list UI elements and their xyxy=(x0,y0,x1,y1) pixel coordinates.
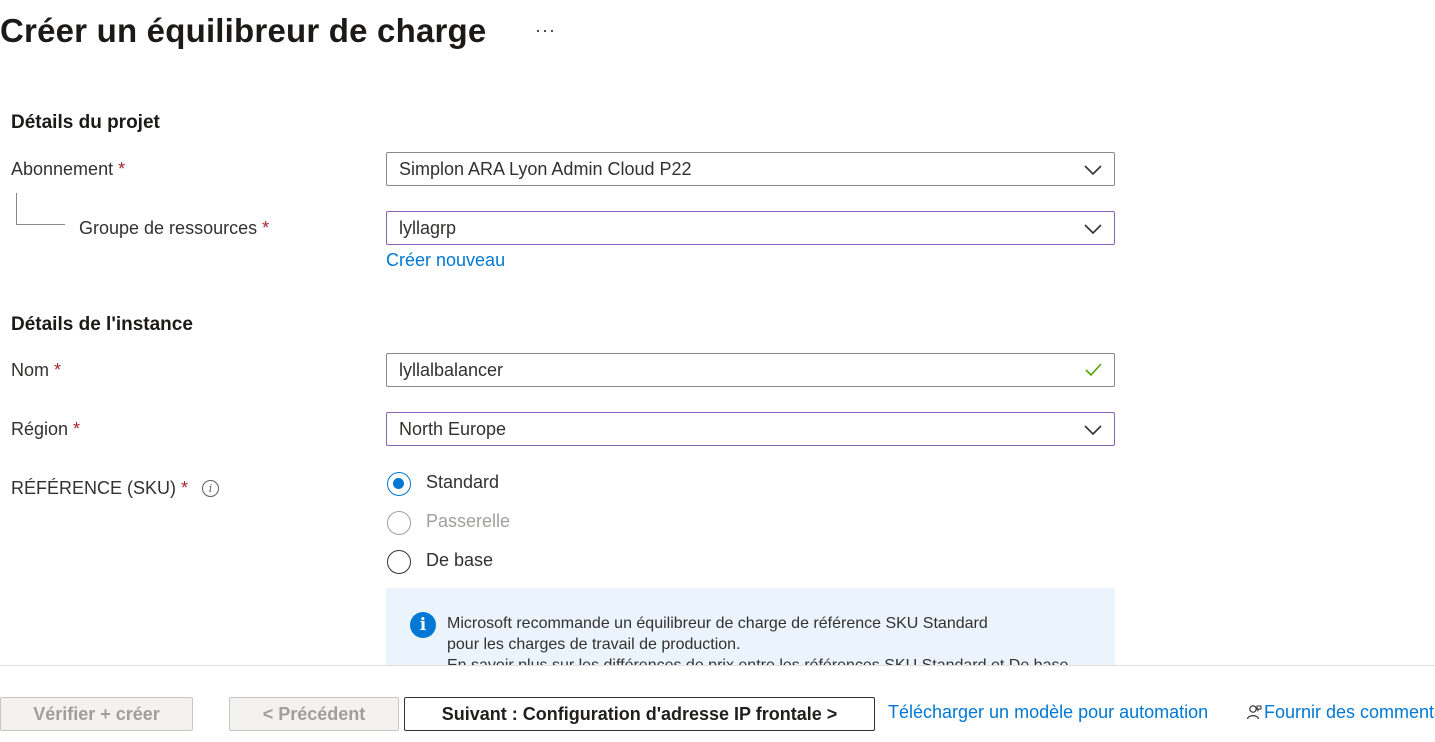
feedback-link[interactable]: Fournir des commentaires xyxy=(1246,702,1435,723)
more-options-button[interactable]: ··· xyxy=(535,20,556,41)
create-new-link[interactable]: Créer nouveau xyxy=(386,250,505,271)
required-marker: * xyxy=(262,218,270,238)
name-label: Nom * xyxy=(11,360,61,381)
chevron-down-icon xyxy=(1084,165,1102,176)
region-label: Région * xyxy=(11,419,80,440)
resource-group-label: Groupe de ressources * xyxy=(79,218,269,239)
name-label-text: Nom xyxy=(11,360,50,380)
radio-label-basic: De base xyxy=(426,550,494,570)
sku-label-text: RÉFÉRENCE (SKU) xyxy=(11,478,177,498)
radio-unchecked-icon[interactable] xyxy=(387,550,411,574)
info-box-text: Microsoft recommande un équilibreur de c… xyxy=(447,613,1087,666)
region-dropdown[interactable]: North Europe xyxy=(386,412,1115,446)
info-icon[interactable]: i xyxy=(202,480,220,497)
section-title-project-details: Détails du projet xyxy=(11,112,160,133)
required-marker: * xyxy=(54,360,62,380)
sku-info-box: i Microsoft recommande un équilibreur de… xyxy=(386,588,1115,666)
info-line-2: pour les charges de travail de productio… xyxy=(447,636,741,653)
subscription-label: Abonnement * xyxy=(11,159,125,180)
feedback-label: Fournir des commentaires xyxy=(1264,702,1435,722)
footer-bar: Vérifier + créer < Précédent Suivant : C… xyxy=(0,665,1435,742)
previous-button[interactable]: < Précédent xyxy=(229,697,399,731)
sku-label: RÉFÉRENCE (SKU) * i xyxy=(11,478,220,499)
name-value: lyllalbalancer xyxy=(399,360,504,380)
required-marker: * xyxy=(181,478,189,498)
review-create-button[interactable]: Vérifier + créer xyxy=(0,697,193,731)
tree-connector xyxy=(16,193,65,225)
subscription-dropdown[interactable]: Simplon ARA Lyon Admin Cloud P22 xyxy=(386,152,1115,186)
region-label-text: Région xyxy=(11,419,69,439)
radio-disabled-icon xyxy=(387,511,411,535)
section-title-instance-details: Détails de l'instance xyxy=(11,314,193,335)
chevron-down-icon xyxy=(1084,224,1102,235)
feedback-icon xyxy=(1246,705,1262,720)
next-button[interactable]: Suivant : Configuration d'adresse IP fro… xyxy=(404,697,875,731)
resource-group-dropdown[interactable]: lyllagrp xyxy=(386,211,1115,245)
region-value: North Europe xyxy=(399,419,507,439)
radio-label-gateway: Passerelle xyxy=(426,511,511,531)
resource-group-label-text: Groupe de ressources xyxy=(79,218,258,238)
download-template-link[interactable]: Télécharger un modèle pour automation xyxy=(888,702,1208,723)
subscription-label-text: Abonnement xyxy=(11,159,114,179)
subscription-value: Simplon ARA Lyon Admin Cloud P22 xyxy=(399,159,692,179)
radio-checked-icon[interactable] xyxy=(387,472,411,496)
checkmark-icon xyxy=(1085,363,1102,377)
info-icon: i xyxy=(410,612,436,638)
page-title: Créer un équilibreur de charge xyxy=(0,12,487,49)
chevron-down-icon xyxy=(1084,425,1102,436)
name-input[interactable]: lyllalbalancer xyxy=(386,353,1115,387)
radio-label-standard: Standard xyxy=(426,472,500,492)
required-marker: * xyxy=(118,159,126,179)
info-line-1: Microsoft recommande un équilibreur de c… xyxy=(447,615,988,632)
resource-group-value: lyllagrp xyxy=(399,218,457,238)
required-marker: * xyxy=(73,419,81,439)
